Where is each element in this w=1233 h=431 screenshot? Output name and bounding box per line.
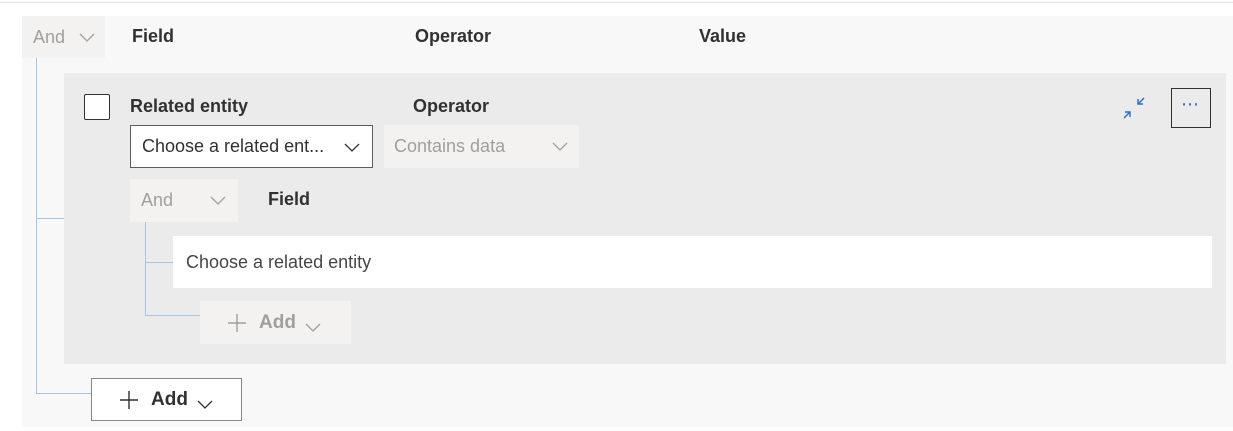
related-entity-select-value: Choose a related ent... bbox=[142, 136, 325, 156]
outer-add-button[interactable]: Add bbox=[91, 378, 242, 421]
group-operator-label: Operator bbox=[413, 96, 490, 116]
outer-tree-branch-add bbox=[36, 393, 92, 394]
operator-select-value: Contains data bbox=[394, 136, 506, 156]
chevron-down-icon bbox=[343, 141, 361, 153]
chevron-down-icon bbox=[551, 140, 569, 152]
inner-logic-value: And bbox=[141, 190, 174, 210]
inner-field-header: Field bbox=[268, 189, 311, 209]
chevron-down-icon bbox=[196, 394, 214, 409]
operator-select[interactable]: Contains data bbox=[384, 125, 579, 168]
field-header: Field bbox=[132, 26, 175, 46]
inner-logic-dropdown[interactable]: And bbox=[130, 179, 238, 222]
inner-add-label: Add bbox=[259, 311, 296, 333]
inner-add-button[interactable]: Add bbox=[200, 301, 351, 344]
outer-logic-value: And bbox=[33, 26, 66, 47]
related-entity-label: Related entity bbox=[130, 96, 249, 116]
related-entity-select[interactable]: Choose a related ent... bbox=[130, 125, 373, 168]
outer-tree-line bbox=[36, 58, 37, 393]
inner-tree-branch-row bbox=[145, 262, 173, 263]
outer-logic-dropdown[interactable]: And bbox=[22, 16, 105, 58]
collapse-icon[interactable] bbox=[1120, 94, 1148, 122]
top-divider bbox=[0, 2, 1233, 3]
outer-tree-branch-group bbox=[36, 218, 64, 219]
chevron-down-icon bbox=[78, 31, 96, 43]
chevron-down-icon bbox=[209, 194, 227, 206]
related-entity-row[interactable]: Choose a related entity bbox=[173, 236, 1212, 288]
plus-icon bbox=[119, 390, 139, 410]
related-entity-row-placeholder: Choose a related entity bbox=[186, 251, 372, 272]
group-select-checkbox[interactable] bbox=[84, 94, 110, 120]
more-options-button[interactable]: ⋯ bbox=[1171, 88, 1211, 128]
inner-tree-branch-add bbox=[145, 315, 201, 316]
value-header: Value bbox=[699, 26, 747, 46]
chevron-down-icon bbox=[304, 317, 322, 332]
more-icon: ⋯ bbox=[1181, 93, 1201, 114]
outer-add-label: Add bbox=[151, 388, 188, 410]
inner-tree-line bbox=[145, 222, 146, 315]
plus-icon bbox=[227, 313, 247, 333]
operator-header: Operator bbox=[415, 26, 492, 46]
